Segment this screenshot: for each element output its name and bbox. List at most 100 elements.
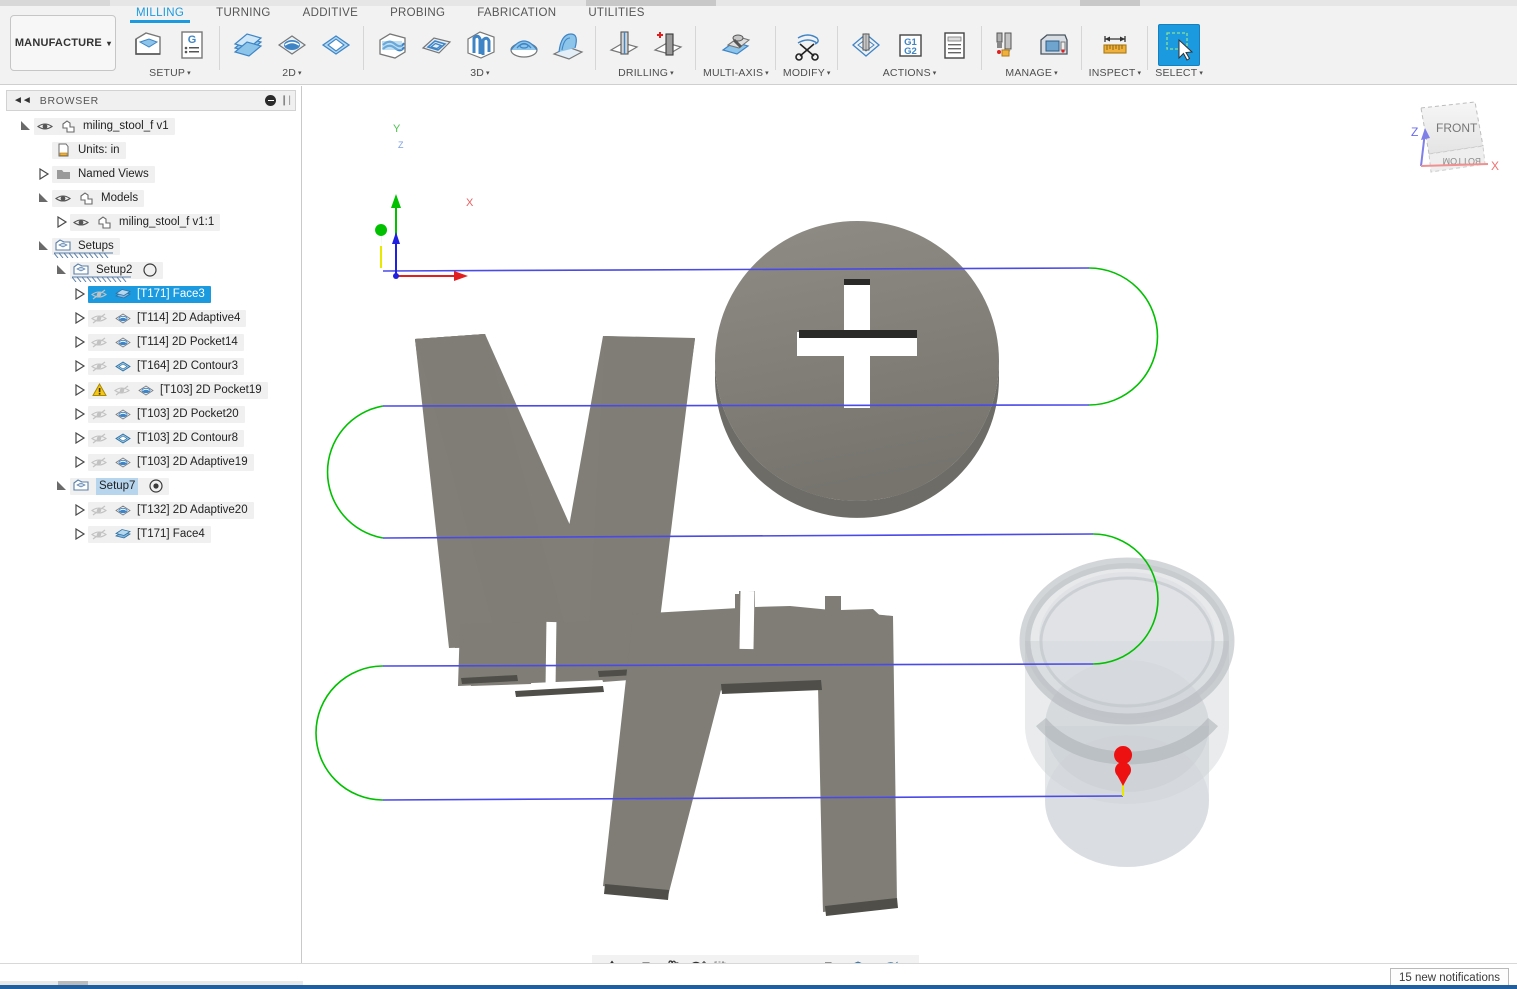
panel-label-drilling[interactable]: DRILLING ▾	[618, 67, 674, 79]
tree-node-miling-stool-f-v1-1[interactable]: miling_stool_f v1:1	[0, 210, 302, 234]
face-op-icon	[113, 527, 132, 542]
visibility-eye-icon[interactable]	[90, 432, 108, 445]
tree-expand-arrow-icon[interactable]	[54, 262, 70, 278]
visibility-eye-icon[interactable]	[90, 312, 108, 325]
generate-nc-program-icon[interactable]: G	[171, 24, 213, 66]
trim-toolpath-icon[interactable]	[786, 24, 828, 66]
visibility-eye-icon[interactable]	[90, 456, 108, 469]
tree-node--t103-2d-pocket19[interactable]: [T103] 2D Pocket19	[0, 378, 302, 402]
ribbon-tab-utilities[interactable]: UTILITIES	[572, 5, 660, 19]
spiral-icon[interactable]	[547, 24, 589, 66]
ribbon-tab-milling[interactable]: MILLING	[120, 5, 200, 23]
bore-icon[interactable]	[647, 24, 689, 66]
pocket-clearing-icon[interactable]	[415, 24, 457, 66]
measure-icon[interactable]	[1094, 24, 1136, 66]
tree-node--t103-2d-pocket20[interactable]: [T103] 2D Pocket20	[0, 402, 302, 426]
panel-label-multi-axis[interactable]: MULTI-AXIS ▾	[703, 67, 769, 79]
multi-axis-contour-icon[interactable]	[715, 24, 757, 66]
tree-expand-arrow-icon[interactable]	[36, 190, 52, 206]
panel-label-actions[interactable]: ACTIONS ▾	[883, 67, 937, 79]
panel-label-2d[interactable]: 2D ▾	[282, 67, 302, 79]
visibility-eye-icon[interactable]	[90, 360, 108, 373]
tree-node-units-in[interactable]: Units: in	[0, 138, 302, 162]
visibility-eye-icon[interactable]	[90, 336, 108, 349]
tree-node-named-views[interactable]: Named Views	[0, 162, 302, 186]
view-cube[interactable]: FRONT BOTTOM Z X	[1411, 101, 1499, 173]
post-process-icon[interactable]: G1 G2	[889, 24, 931, 66]
tree-node-setup7[interactable]: Setup7	[0, 474, 302, 498]
tree-node-setup2[interactable]: Setup2	[0, 258, 302, 282]
tree-node--t171-face4[interactable]: [T171] Face4	[0, 522, 302, 546]
tree-expand-arrow-icon[interactable]	[36, 238, 52, 254]
tree-expand-arrow-icon[interactable]	[54, 478, 70, 494]
tree-expand-arrow-icon[interactable]	[18, 118, 34, 134]
tree-node--t103-2d-contour8[interactable]: [T103] 2D Contour8	[0, 426, 302, 450]
active-setup-icon[interactable]	[149, 479, 164, 493]
visibility-eye-icon[interactable]	[72, 216, 90, 229]
tree-expand-arrow-icon[interactable]	[72, 502, 88, 518]
scallop-icon[interactable]	[503, 24, 545, 66]
tree-node-models[interactable]: Models	[0, 186, 302, 210]
panel-label-modify[interactable]: MODIFY ▾	[783, 67, 831, 79]
2d-adaptive-icon[interactable]	[271, 24, 313, 66]
tree-expand-arrow-icon[interactable]	[72, 334, 88, 350]
ribbon-tab-fabrication[interactable]: FABRICATION	[461, 5, 572, 19]
tree-node-label: Setups	[78, 239, 114, 252]
setup-icon[interactable]	[127, 24, 169, 66]
tree-node-setups[interactable]: Setups	[0, 234, 302, 258]
tree-expand-arrow-icon[interactable]	[72, 382, 88, 398]
tree-expand-arrow-icon[interactable]	[36, 166, 52, 182]
visibility-eye-icon[interactable]	[90, 408, 108, 421]
workspace-selector[interactable]: MANUFACTURE ▾	[10, 15, 116, 71]
tree-node--t171-face3[interactable]: [T171] Face3	[0, 282, 302, 306]
panel-resize-grip[interactable]: ❙|	[280, 95, 291, 106]
inactive-setup-icon[interactable]	[143, 263, 158, 277]
panel-label-text: SELECT	[1155, 67, 1198, 79]
panel-label-manage[interactable]: MANAGE ▾	[1005, 67, 1057, 79]
tree-node--t164-2d-contour3[interactable]: [T164] 2D Contour3	[0, 354, 302, 378]
visibility-eye-icon[interactable]	[113, 384, 131, 397]
visibility-eye-icon[interactable]	[90, 528, 108, 541]
visibility-eye-icon[interactable]	[90, 504, 108, 517]
machine-library-icon[interactable]	[1033, 24, 1075, 66]
panel-label-3d[interactable]: 3D ▾	[470, 67, 490, 79]
tree-node--t132-2d-adaptive20[interactable]: [T132] 2D Adaptive20	[0, 498, 302, 522]
minus-circle-icon[interactable]	[265, 95, 277, 106]
tool-library-icon[interactable]	[989, 24, 1031, 66]
ribbon-tab-additive[interactable]: ADDITIVE	[287, 5, 374, 19]
ribbon-tab-probing[interactable]: PROBING	[374, 5, 461, 19]
tree-node--t114-2d-pocket14[interactable]: [T114] 2D Pocket14	[0, 330, 302, 354]
face-icon[interactable]	[227, 24, 269, 66]
drill-icon[interactable]	[603, 24, 645, 66]
browser-tree: miling_stool_f v1 Units: in Named Views Mod…	[0, 114, 302, 546]
visibility-eye-icon[interactable]	[54, 192, 72, 205]
chevron-down-icon: ▾	[826, 70, 831, 77]
tree-node-miling-stool-f-v1[interactable]: miling_stool_f v1	[0, 114, 302, 138]
adaptive-clearing-icon[interactable]	[371, 24, 413, 66]
ribbon-tab-turning[interactable]: TURNING	[200, 5, 287, 19]
visibility-eye-icon[interactable]	[36, 120, 54, 133]
panel-label-setup[interactable]: SETUP ▾	[149, 67, 191, 79]
tree-expand-arrow-icon[interactable]	[72, 358, 88, 374]
panel-label-inspect[interactable]: INSPECT ▾	[1089, 67, 1142, 79]
panel-label-select[interactable]: SELECT ▾	[1155, 67, 1203, 79]
select-window-icon[interactable]	[1158, 24, 1201, 66]
tree-expand-arrow-icon[interactable]	[54, 214, 70, 230]
tree-expand-arrow-icon[interactable]	[72, 310, 88, 326]
tree-expand-arrow-icon[interactable]	[72, 454, 88, 470]
setup-sheet-icon[interactable]	[933, 24, 975, 66]
3d-viewport[interactable]: Y X Z FRONT BOTTOM Z X	[303, 86, 1517, 963]
adaptive-op-icon	[113, 311, 132, 326]
tree-expand-arrow-icon[interactable]	[72, 526, 88, 542]
2d-contour-icon[interactable]	[315, 24, 357, 66]
tree-node--t114-2d-adaptive4[interactable]: [T114] 2D Adaptive4	[0, 306, 302, 330]
simulate-icon[interactable]	[845, 24, 887, 66]
tree-expand-arrow-icon[interactable]	[72, 406, 88, 422]
tree-expand-arrow-icon[interactable]	[72, 286, 88, 302]
parallel-icon[interactable]	[459, 24, 501, 66]
tree-node-label: Setup7	[96, 477, 139, 495]
tree-expand-arrow-icon[interactable]	[72, 430, 88, 446]
tree-node--t103-2d-adaptive19[interactable]: [T103] 2D Adaptive19	[0, 450, 302, 474]
visibility-eye-icon[interactable]	[90, 288, 108, 301]
collapse-panel-icon[interactable]: ◄◄	[13, 95, 32, 106]
